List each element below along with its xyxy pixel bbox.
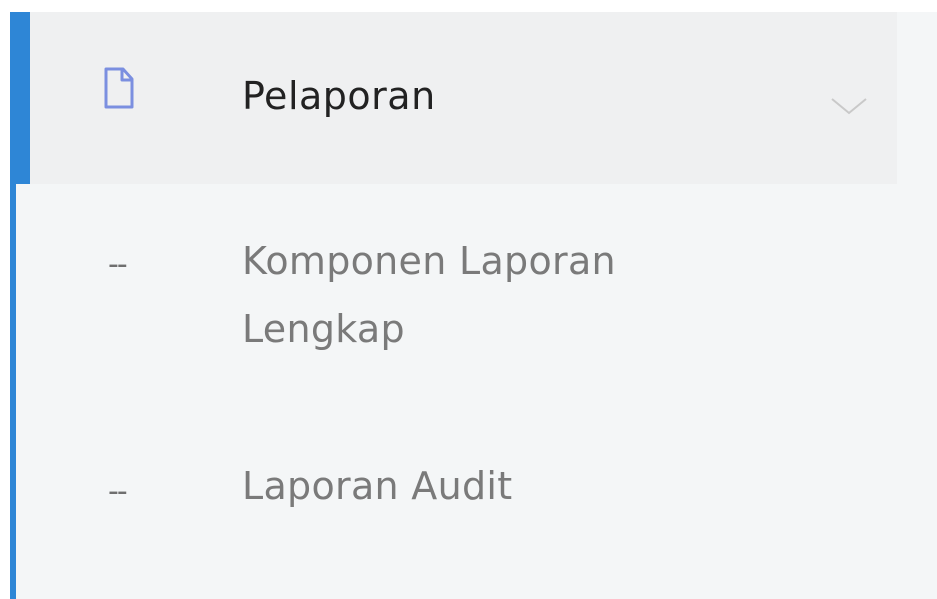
submenu-item-komponen-laporan-lengkap[interactable]: -- Komponen Laporan Lengkap bbox=[16, 227, 903, 377]
chevron-down-icon[interactable] bbox=[830, 96, 868, 116]
submenu-item-label: Komponen Laporan Lengkap bbox=[242, 239, 616, 351]
sidebar: Pelaporan -- Komponen Laporan Lengkap --… bbox=[0, 0, 937, 599]
submenu-item-laporan-audit[interactable]: -- Laporan Audit bbox=[16, 452, 903, 532]
submenu-item-label: Laporan Audit bbox=[242, 464, 513, 508]
submenu-dash: -- bbox=[108, 247, 128, 282]
menu-header-pelaporan[interactable]: Pelaporan bbox=[10, 12, 897, 184]
submenu-dash: -- bbox=[108, 474, 128, 509]
document-icon bbox=[103, 66, 135, 110]
menu-header-label: Pelaporan bbox=[242, 74, 436, 118]
menu-group-pelaporan: Pelaporan -- Komponen Laporan Lengkap --… bbox=[10, 12, 937, 599]
